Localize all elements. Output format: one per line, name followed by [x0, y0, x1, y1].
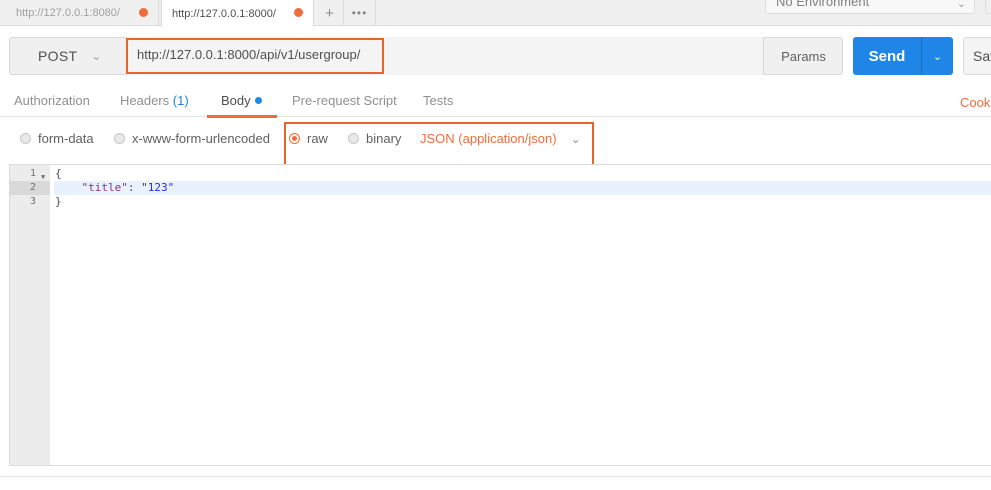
unsaved-dot-icon [294, 8, 303, 17]
request-tab-label: http://127.0.0.1:8080/ [16, 7, 120, 19]
params-button[interactable]: Params [764, 38, 843, 74]
send-options-chevron-icon[interactable]: ⌄ [922, 37, 953, 75]
unsaved-dot-icon [139, 8, 148, 17]
params-label: Params [781, 48, 826, 64]
body-code-editor[interactable]: 1 ▼ 2 3 { "title": "123" } [9, 164, 991, 466]
tab-options-button[interactable]: ••• [344, 0, 376, 26]
body-type-label: binary [366, 131, 402, 146]
request-tab[interactable]: http://127.0.0.1:8080/ [6, 0, 159, 26]
plus-icon: + [325, 4, 334, 22]
content-type-label: JSON (application/json) [420, 131, 557, 146]
body-indicator-dot-icon [254, 97, 262, 104]
editor-gutter: 1 ▼ 2 3 [10, 165, 50, 465]
environment-quick-look-button[interactable] [985, 0, 991, 14]
json-string-value: "123" [141, 181, 175, 194]
code-line: } [55, 195, 62, 208]
radio-icon [114, 133, 125, 144]
url-text: http://127.0.0.1:8000/api/v1/usergroup/ [137, 47, 361, 62]
method-label: POST [38, 48, 78, 64]
new-tab-button[interactable]: + [316, 0, 344, 26]
line-number: 1 ▼ [10, 167, 50, 181]
line-number: 2 [10, 181, 50, 195]
tab-body[interactable]: Body [221, 93, 262, 108]
chevron-down-icon: ⌄ [570, 131, 581, 146]
more-icon: ••• [351, 6, 368, 20]
content-type-select[interactable]: JSON (application/json) ⌄ [420, 131, 581, 146]
request-section-tabs: Authorization Headers (1) Body Pre-reque… [0, 88, 991, 118]
save-button[interactable]: Save [963, 37, 991, 75]
tab-prerequest-script[interactable]: Pre-request Script [292, 93, 397, 108]
tab-tests[interactable]: Tests [423, 93, 453, 108]
request-tab-active[interactable]: http://127.0.0.1:8000/ [161, 0, 314, 27]
footer-divider [0, 476, 991, 477]
request-tab-label: http://127.0.0.1:8000/ [172, 7, 276, 20]
method-select[interactable]: POST ⌄ [10, 38, 127, 74]
tab-headers-label: Headers [120, 93, 170, 108]
request-tab-bar: http://127.0.0.1:8080/ http://127.0.0.1:… [0, 0, 991, 27]
environment-select[interactable]: No Environment ⌄ [765, 0, 975, 14]
line-number: 3 [29, 196, 36, 207]
save-label: Save [973, 48, 991, 64]
radio-icon [20, 133, 31, 144]
send-label: Send [868, 47, 906, 65]
tab-headers[interactable]: Headers (1) [120, 93, 189, 108]
radio-selected-icon [289, 133, 300, 144]
url-input[interactable]: http://127.0.0.1:8000/api/v1/usergroup/ [127, 37, 764, 75]
chevron-down-icon: ⌄ [956, 0, 966, 10]
environment-label: No Environment [776, 0, 870, 9]
cookies-link[interactable]: Cookies [960, 95, 991, 110]
chevron-down-icon: ⌄ [91, 49, 102, 63]
body-type-binary[interactable]: binary [348, 131, 401, 146]
body-type-form-data[interactable]: form-data [20, 131, 94, 146]
code-line: { [55, 167, 62, 180]
body-type-label: x-www-form-urlencoded [132, 131, 270, 146]
body-type-label: raw [307, 131, 328, 146]
body-type-raw[interactable]: raw [289, 131, 328, 146]
radio-icon [348, 133, 359, 144]
body-type-urlencoded[interactable]: x-www-form-urlencoded [114, 131, 270, 146]
json-key: "title" [81, 181, 128, 194]
active-tab-indicator [207, 115, 277, 118]
tab-authorization[interactable]: Authorization [14, 93, 90, 108]
headers-count-badge: (1) [172, 93, 189, 108]
code-line: "title": "123" [54, 181, 991, 195]
tab-body-label: Body [221, 93, 251, 108]
body-type-label: form-data [38, 131, 94, 146]
request-url-bar: POST ⌄ http://127.0.0.1:8000/api/v1/user… [9, 37, 843, 75]
send-button[interactable]: Send ⌄ [853, 37, 953, 75]
